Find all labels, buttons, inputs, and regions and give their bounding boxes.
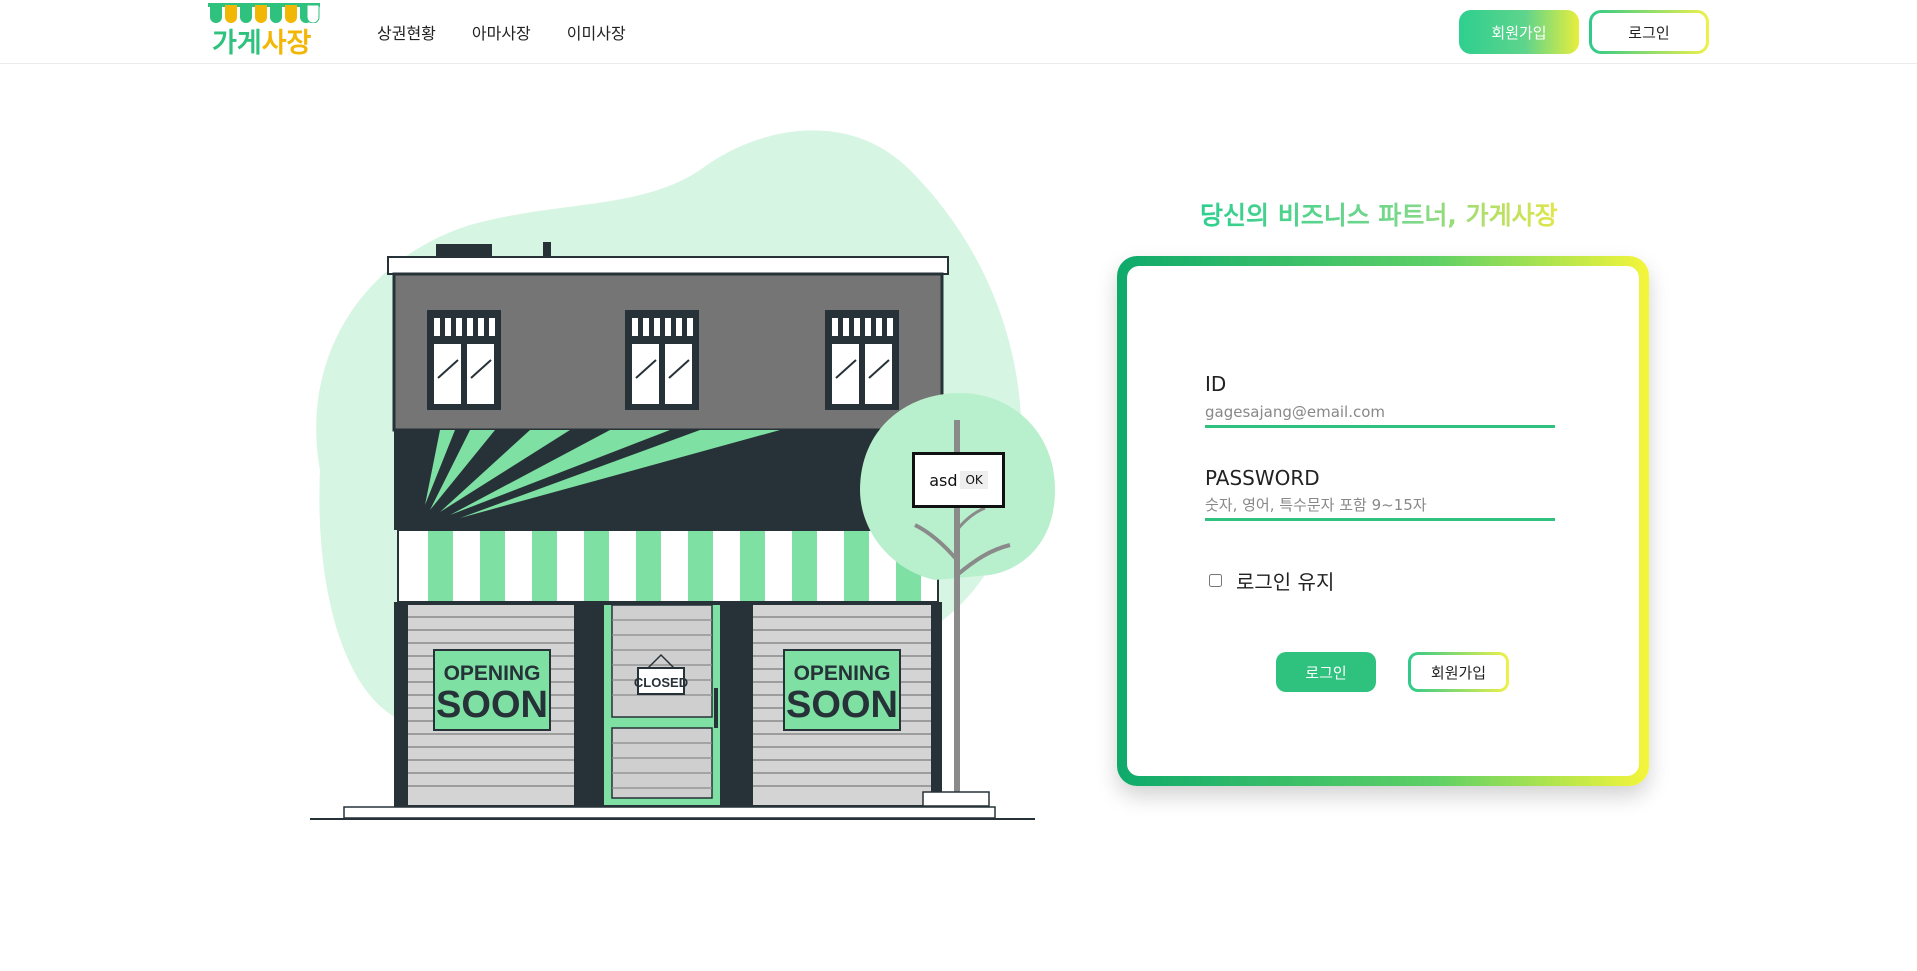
keep-login-row[interactable]: 로그인 유지 (1209, 566, 1334, 595)
nav-item-market-status[interactable]: 상권현황 (377, 20, 436, 44)
shutter-right: OPENING SOON (753, 605, 931, 805)
shutter-left: OPENING SOON (408, 605, 574, 805)
logo-text-green: 가게 (212, 28, 262, 59)
login-form: ID PASSWORD 로그인 유지 로그인 회원가입 (1127, 266, 1639, 776)
window-right (825, 310, 899, 410)
login-button[interactable]: 로그인 (1276, 652, 1376, 692)
sign-left-line1: OPENING (444, 662, 541, 685)
alert-ok-button[interactable]: OK (960, 471, 988, 489)
password-label: PASSWORD (1205, 466, 1320, 490)
logo-text-yellow: 사장 (261, 28, 312, 59)
header-login-button[interactable]: 로그인 (1589, 10, 1709, 54)
signup-button[interactable]: 회원가입 (1408, 652, 1509, 692)
window-left (427, 310, 501, 410)
alert-dialog: asd OK (912, 452, 1005, 508)
keep-login-label: 로그인 유지 (1236, 570, 1335, 594)
door-sign-text: CLOSED (634, 675, 688, 690)
nav-item-future-owner[interactable]: 아마사장 (472, 20, 531, 44)
id-label: ID (1205, 372, 1227, 396)
alert-text: asd (929, 470, 958, 490)
login-card: ID PASSWORD 로그인 유지 로그인 회원가입 (1117, 256, 1649, 786)
id-input[interactable] (1205, 402, 1555, 428)
door: CLOSED (604, 604, 720, 805)
window-middle (625, 310, 699, 410)
sign-left-line2: SOON (436, 684, 548, 726)
logo[interactable]: 가게사장 (208, 3, 320, 59)
sign-right-line1: OPENING (794, 662, 891, 685)
keep-login-checkbox[interactable] (1209, 574, 1222, 587)
logo-text: 가게사장 (212, 21, 311, 60)
main-nav: 상권현황 아마사장 이미사장 (377, 20, 626, 44)
tagline: 당신의 비즈니스 파트너, 가게사장 (1200, 196, 1558, 232)
nav-item-current-owner[interactable]: 이미사장 (567, 20, 626, 44)
header-signup-button[interactable]: 회원가입 (1459, 10, 1579, 54)
password-input[interactable] (1205, 495, 1555, 521)
top-header: 가게사장 상권현황 아마사장 이미사장 회원가입 로그인 (0, 0, 1917, 64)
awning-icon (208, 3, 320, 23)
sign-right-line2: SOON (786, 684, 898, 726)
